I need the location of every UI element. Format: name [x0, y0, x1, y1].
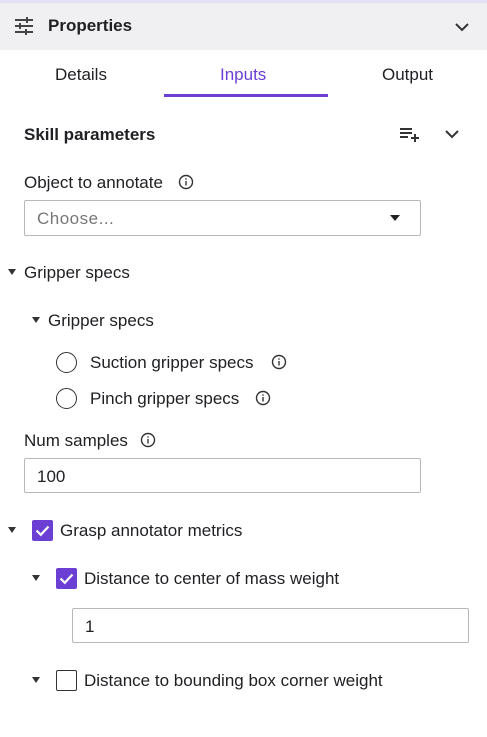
info-icon[interactable] — [140, 432, 156, 448]
checkmark-icon — [35, 525, 50, 537]
panel-title: Properties — [48, 16, 133, 35]
collapse-triangle-icon[interactable] — [32, 575, 40, 581]
caret-down-icon — [390, 215, 400, 221]
collapse-triangle-icon[interactable] — [32, 317, 40, 323]
bounding-box-corner-label[interactable]: Distance to bounding box corner weight — [84, 671, 383, 691]
section-title: Skill parameters — [24, 125, 156, 144]
properties-panel: Properties Details Inputs Output Skill p… — [0, 0, 487, 737]
panel-header[interactable]: Properties — [0, 0, 487, 50]
info-icon[interactable] — [255, 390, 271, 406]
object-to-annotate-label: Object to annotate — [24, 173, 163, 192]
grasp-metrics-checkbox[interactable] — [32, 520, 53, 541]
tab-details[interactable]: Details — [55, 65, 107, 85]
tab-bar: Details Inputs Output — [0, 50, 487, 98]
object-select[interactable]: Choose... — [24, 200, 421, 236]
chevron-down-icon[interactable] — [440, 122, 464, 146]
info-icon[interactable] — [178, 174, 194, 190]
center-of-mass-checkbox[interactable] — [56, 568, 77, 589]
collapse-triangle-icon[interactable] — [8, 269, 16, 275]
gripper-specs-label: Gripper specs — [24, 263, 130, 282]
tab-output[interactable]: Output — [382, 65, 433, 85]
playlist-add-icon[interactable] — [397, 122, 421, 146]
chevron-down-icon[interactable] — [453, 18, 471, 36]
tune-sliders-icon — [15, 17, 33, 35]
pinch-gripper-label[interactable]: Pinch gripper specs — [90, 389, 239, 409]
active-tab-indicator — [164, 94, 328, 97]
bounding-box-corner-checkbox[interactable] — [56, 670, 77, 691]
center-of-mass-weight-value: 1 — [85, 617, 95, 636]
center-of-mass-weight-input[interactable]: 1 — [72, 608, 469, 643]
suction-gripper-label[interactable]: Suction gripper specs — [90, 353, 253, 373]
info-icon[interactable] — [271, 354, 287, 370]
gripper-specs-sub-label: Gripper specs — [48, 311, 154, 330]
collapse-triangle-icon[interactable] — [32, 677, 40, 683]
center-of-mass-label[interactable]: Distance to center of mass weight — [84, 569, 339, 589]
pinch-gripper-radio[interactable] — [56, 388, 77, 409]
checkmark-icon — [59, 573, 74, 585]
tab-inputs[interactable]: Inputs — [220, 65, 266, 85]
suction-gripper-radio[interactable] — [56, 352, 77, 373]
select-placeholder: Choose... — [37, 209, 115, 228]
num-samples-label: Num samples — [24, 431, 128, 450]
num-samples-value: 100 — [37, 467, 66, 486]
grasp-metrics-label[interactable]: Grasp annotator metrics — [60, 521, 242, 541]
collapse-triangle-icon[interactable] — [8, 527, 16, 533]
num-samples-input[interactable]: 100 — [24, 458, 421, 493]
